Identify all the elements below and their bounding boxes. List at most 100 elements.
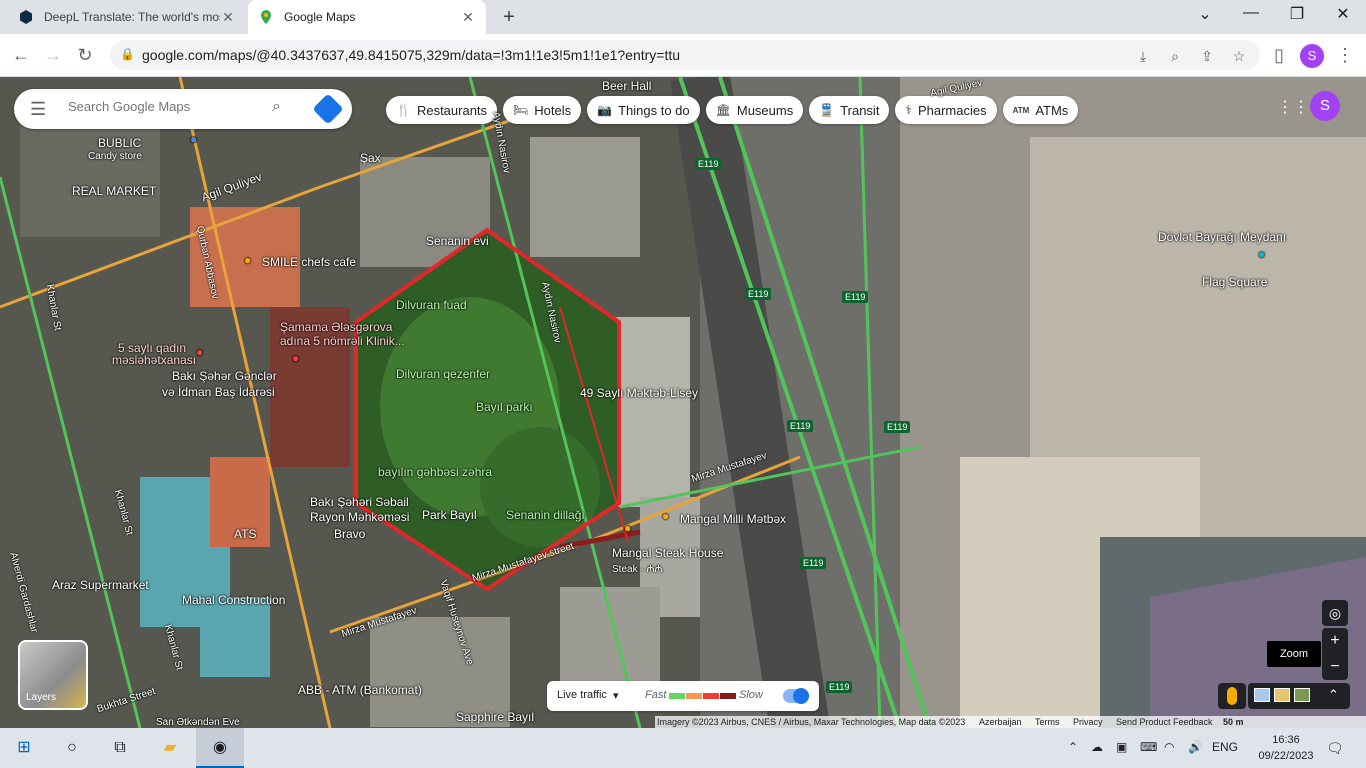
hospital-pin-icon[interactable]: ● [292, 351, 299, 365]
landmark-pin-icon[interactable]: ● [1258, 247, 1265, 261]
hospital-pin-icon[interactable]: ● [196, 345, 203, 359]
chip-hotels[interactable]: 🛏 Hotels [503, 96, 582, 124]
windows-start-icon[interactable]: ⊞ [12, 736, 36, 760]
place-label[interactable]: SMILE chefs cafe [262, 255, 356, 269]
footer-link-terms[interactable]: Terms [1035, 717, 1060, 727]
place-label[interactable]: Senanin dillağı [506, 508, 585, 522]
my-location-icon[interactable]: ◎ [1322, 600, 1348, 626]
zoom-icon[interactable]: ⌕ [1166, 48, 1184, 65]
more-menu-icon[interactable]: ⋮ [1334, 44, 1356, 66]
onedrive-icon[interactable]: ☁ [1091, 740, 1103, 754]
restore-button[interactable]: ❐ [1274, 4, 1320, 24]
place-label[interactable]: Bravo [334, 527, 365, 541]
wifi-icon[interactable]: ◠ [1164, 740, 1174, 754]
clock[interactable]: 16:36 09/22/2023 [1255, 732, 1317, 764]
place-label[interactable]: Senanin evi [426, 234, 489, 248]
place-label[interactable]: Park Bayıl [422, 508, 477, 522]
tab-title: Google Maps [284, 10, 356, 24]
directions-icon[interactable] [312, 93, 344, 125]
file-explorer-icon[interactable]: ▰ [158, 736, 182, 760]
map-canvas[interactable]: ☰ ⌕ 🍴 Restaurants 🛏 Hotels 📷 Things to do 🏛… [0, 77, 1366, 728]
volume-icon[interactable]: 🔊 [1188, 740, 1203, 754]
place-label[interactable]: Dilvuran qezenfer [396, 367, 490, 381]
place-label[interactable]: Dilvuran fuad [396, 298, 467, 312]
search-circle-icon[interactable]: ○ [60, 736, 84, 760]
show-hidden-icons-icon[interactable]: ⌃ [1068, 740, 1078, 754]
minimize-button[interactable]: — [1228, 4, 1274, 22]
footer-link-feedback[interactable]: Send Product Feedback [1116, 717, 1213, 727]
place-label[interactable]: REAL MARKET [72, 184, 156, 198]
close-tab-icon[interactable]: ✕ [460, 9, 476, 26]
tab-search-icon[interactable]: ⌄ [1182, 4, 1228, 24]
chip-pharmacies[interactable]: ⚕ Pharmacies [895, 96, 997, 124]
footer-link-privacy[interactable]: Privacy [1073, 717, 1103, 727]
place-label[interactable]: ATS [234, 527, 256, 541]
menu-icon[interactable]: ☰ [30, 99, 46, 120]
place-label[interactable]: Şamama Ələsgərova [280, 320, 392, 334]
chrome-taskbar-icon[interactable]: ◉ [196, 728, 244, 768]
place-label[interactable]: 49 Saylı Məktəb-Lisey [580, 386, 698, 400]
place-label[interactable]: Dövlət Bayrağı Meydanı [1158, 230, 1286, 244]
notifications-icon[interactable]: 🗨 [1326, 740, 1344, 757]
place-label[interactable]: Araz Supermarket [52, 578, 149, 592]
place-label[interactable]: Beer Hall [602, 79, 651, 93]
layers-button[interactable]: Layers [18, 640, 88, 710]
chip-transit[interactable]: 🚆 Transit [809, 96, 890, 124]
place-label[interactable]: Bayıl parkı [476, 400, 533, 414]
reload-icon[interactable]: ↻ [74, 44, 96, 66]
address-bar[interactable]: 🔒 google.com/maps/@40.3437637,49.8415075… [110, 40, 1260, 70]
search-icon[interactable]: ⌕ [272, 98, 281, 116]
close-tab-icon[interactable]: ✕ [220, 9, 236, 26]
maps-profile-avatar[interactable]: S [1310, 91, 1340, 121]
chevron-down-icon[interactable]: ▾ [613, 689, 619, 702]
highway-shield: E119 [695, 158, 722, 170]
place-label[interactable]: Mangal Milli Mətbəx [680, 512, 786, 526]
footer-link-country[interactable]: Azerbaijan [979, 717, 1022, 727]
place-label[interactable]: San Ətkəndən Eve [156, 717, 240, 728]
place-label[interactable]: Mangal Steak House [612, 546, 723, 560]
pegman-icon[interactable] [1218, 683, 1246, 709]
tab-deepl[interactable]: DeepL Translate: The world's most ✕ [8, 0, 246, 34]
place-label[interactable]: bayılın gəhbəsi zəhra [378, 465, 492, 479]
close-window-button[interactable]: ✕ [1320, 4, 1366, 24]
restaurant-pin-icon[interactable]: ● [624, 521, 631, 535]
zoom-in-button[interactable]: + [1322, 628, 1348, 654]
cafe-pin-icon[interactable]: ● [244, 253, 251, 267]
url-text[interactable]: google.com/maps/@40.3437637,49.8415075,3… [142, 47, 680, 63]
lock-icon[interactable]: 🔒 [120, 47, 135, 61]
satellite-imagery [0, 77, 1366, 728]
side-panel-icon[interactable]: ▯ [1268, 44, 1290, 66]
share-icon[interactable]: ⇪ [1198, 48, 1216, 65]
tab-google-maps[interactable]: Google Maps ✕ [248, 0, 486, 34]
search-input[interactable] [68, 99, 258, 114]
place-label[interactable]: BUBLIC [98, 136, 141, 150]
profile-avatar[interactable]: S [1300, 44, 1324, 68]
shopping-pin-icon[interactable]: ● [190, 132, 197, 146]
chip-museums[interactable]: 🏛 Museums [705, 96, 804, 124]
restaurant-pin-icon[interactable]: ● [662, 509, 669, 523]
zoom-out-button[interactable]: − [1322, 654, 1348, 680]
chip-things-to-do[interactable]: 📷 Things to do [587, 96, 700, 124]
forward-icon[interactable]: → [42, 44, 64, 66]
live-traffic-dropdown[interactable]: Live traffic [557, 689, 607, 701]
chip-atms[interactable]: ATM ATMs [1002, 96, 1079, 124]
imagery-thumbnails[interactable]: ⌃ [1248, 683, 1350, 709]
bookmark-star-icon[interactable]: ☆ [1230, 48, 1248, 65]
language-indicator[interactable]: ENG [1212, 740, 1238, 754]
place-label[interactable]: Bakı Şəhər Gənclər [172, 369, 277, 383]
install-icon[interactable]: ⤓ [1134, 48, 1152, 65]
place-label[interactable]: Bakı Şəhəri Səbail [310, 495, 409, 509]
task-view-icon[interactable]: ⧉ [108, 736, 132, 760]
scale-label[interactable]: 50 m [1223, 717, 1244, 727]
back-icon[interactable]: ← [10, 44, 32, 66]
atm-icon: ATM [1012, 105, 1030, 115]
place-label[interactable]: ABB - ATM (Bankomat) [298, 683, 422, 697]
meet-icon[interactable]: ▣ [1116, 740, 1127, 754]
place-label[interactable]: Şax [360, 151, 381, 165]
place-label[interactable]: Sapphire Bayıl [456, 710, 534, 724]
input-method-icon[interactable]: ⌨ [1140, 740, 1157, 754]
traffic-toggle[interactable] [783, 688, 809, 704]
new-tab-button[interactable]: + [498, 6, 520, 29]
place-label[interactable]: Mahal Construction [182, 593, 285, 607]
chip-restaurants[interactable]: 🍴 Restaurants [386, 96, 498, 124]
